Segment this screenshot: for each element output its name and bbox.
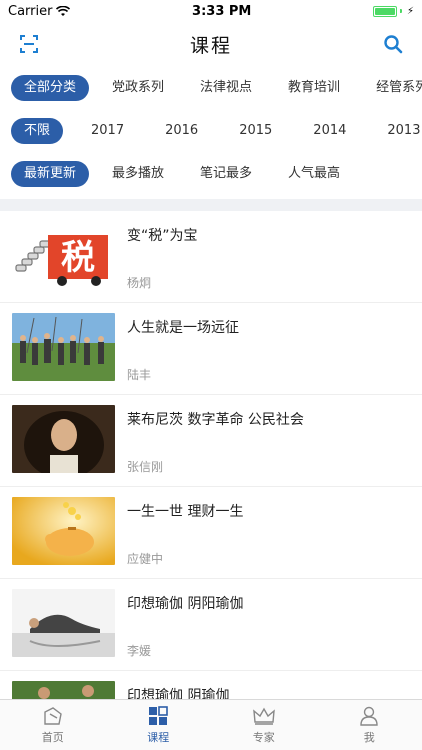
tab-label: 课程: [147, 730, 170, 744]
status-bar: Carrier 3:33 PM ⚡: [0, 0, 422, 22]
tab-home[interactable]: 首页: [0, 700, 106, 750]
tab-label: 首页: [41, 730, 64, 744]
year-filter: 不限 2017 2016 2015 2014 2013: [0, 109, 422, 152]
wifi-icon: [56, 5, 71, 16]
sort-filter: 最新更新 最多播放 笔记最多 人气最高: [0, 152, 422, 195]
course-item[interactable]: 人生就是一场远征 陆丰: [0, 303, 422, 395]
sort-chip[interactable]: 最新更新: [11, 160, 90, 187]
home-icon: [44, 706, 62, 725]
tab-label: 我: [363, 730, 375, 744]
tab-me[interactable]: 我: [317, 700, 422, 750]
navigation-bar: 课程: [0, 22, 422, 66]
course-title: 莱布尼茨 数字革命 公民社会: [127, 412, 304, 428]
course-title: 变“税”为宝: [127, 228, 198, 244]
course-author: 张信刚: [127, 460, 164, 474]
year-chip[interactable]: 2016: [152, 118, 211, 144]
course-item[interactable]: 税 变“税”为宝 杨炯: [0, 211, 422, 303]
course-thumbnail: [12, 313, 115, 381]
category-chip[interactable]: 法律视点: [187, 75, 265, 101]
battery-icon: [372, 5, 397, 17]
grid-icon: [149, 705, 169, 725]
category-chip[interactable]: 党政系列: [99, 75, 177, 101]
charging-icon: ⚡: [406, 5, 414, 17]
course-title: 一生一世 理财一生: [127, 504, 244, 520]
category-filter: 全部分类 党政系列 法律视点 教育培训 经管系列: [0, 66, 422, 109]
year-chip[interactable]: 2017: [78, 118, 137, 144]
category-chip[interactable]: 教育培训: [275, 75, 353, 101]
sort-chip[interactable]: 笔记最多: [187, 161, 265, 187]
section-divider: [0, 199, 422, 211]
tax-character: 税: [61, 238, 95, 278]
course-thumbnail: 税: [12, 221, 115, 289]
sort-chip[interactable]: 人气最高: [275, 161, 353, 187]
search-icon[interactable]: [382, 33, 404, 55]
status-time: 3:33 PM: [192, 3, 252, 19]
carrier-label: Carrier: [8, 3, 53, 19]
category-chip[interactable]: 全部分类: [11, 74, 90, 101]
course-thumbnail: [12, 589, 115, 657]
course-title: 人生就是一场远征: [127, 320, 239, 336]
tab-bar: 首页 课程 专家 我: [0, 699, 422, 750]
user-icon: [360, 706, 378, 726]
course-list: 税 变“税”为宝 杨炯 人生就是一场远征 陆丰 莱布尼茨 数字革命 公民社会 张…: [0, 211, 422, 750]
crown-icon: [252, 707, 275, 725]
course-author: 陆丰: [127, 368, 152, 382]
page-title: 课程: [189, 34, 232, 57]
year-chip[interactable]: 2013: [374, 118, 422, 144]
year-chip[interactable]: 2015: [226, 118, 285, 144]
tab-experts[interactable]: 专家: [211, 700, 317, 750]
tab-courses[interactable]: 课程: [106, 700, 212, 750]
sort-chip[interactable]: 最多播放: [99, 161, 177, 187]
course-author: 李媛: [127, 644, 152, 658]
course-thumbnail: [12, 497, 115, 565]
year-chip[interactable]: 不限: [11, 117, 64, 144]
course-author: 应健中: [127, 552, 164, 566]
course-title: 印想瑜伽 阴阳瑜伽: [127, 596, 244, 612]
course-item[interactable]: 莱布尼茨 数字革命 公民社会 张信刚: [0, 395, 422, 487]
course-author: 杨炯: [127, 276, 152, 290]
scan-icon[interactable]: [18, 33, 40, 55]
course-item[interactable]: 一生一世 理财一生 应健中: [0, 487, 422, 579]
course-item[interactable]: 印想瑜伽 阴阳瑜伽 李媛: [0, 579, 422, 671]
course-thumbnail: [12, 405, 115, 473]
category-chip[interactable]: 经管系列: [363, 75, 422, 101]
year-chip[interactable]: 2014: [300, 118, 359, 144]
tab-label: 专家: [252, 730, 275, 744]
